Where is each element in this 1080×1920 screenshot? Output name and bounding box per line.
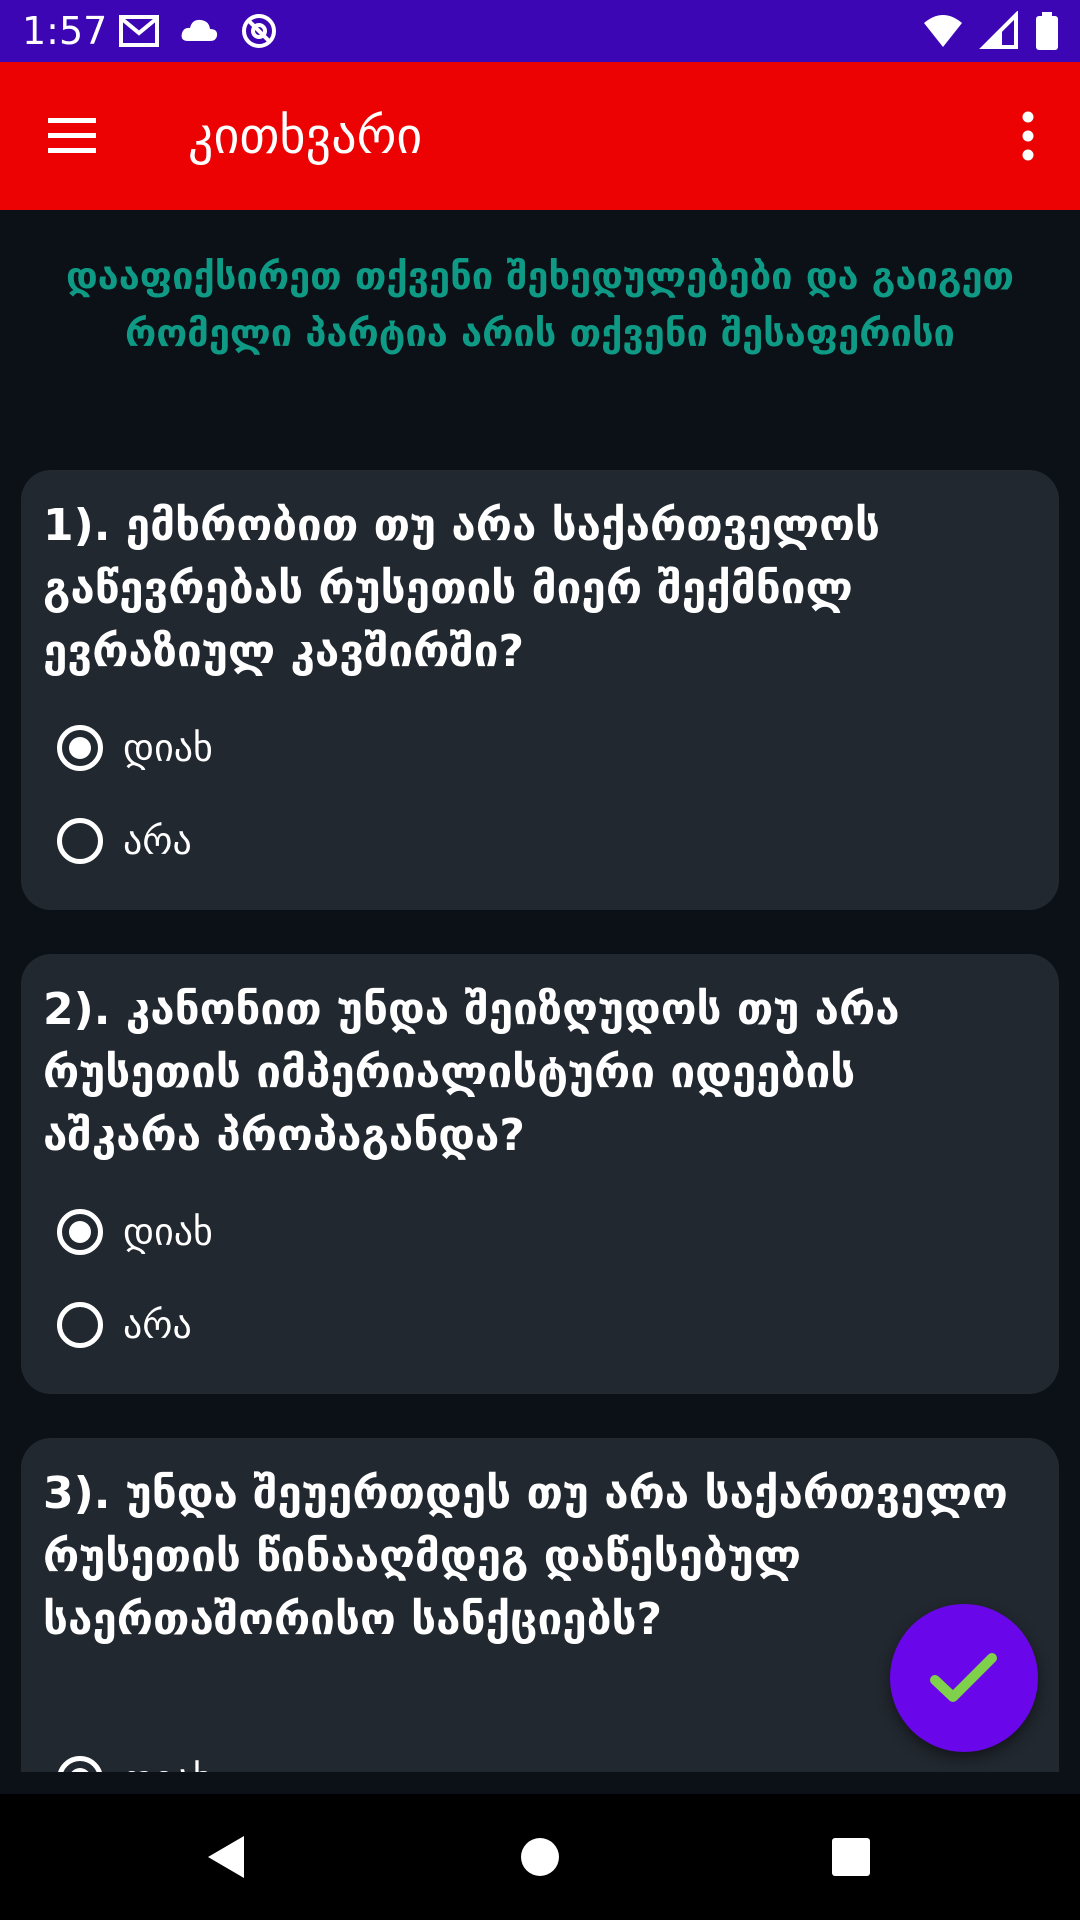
- radio-button-checked[interactable]: [57, 1209, 103, 1255]
- question-text: 2). კანონით უნდა შეიზღუდოს თუ არა რუსეთი…: [43, 984, 900, 1161]
- cloud-icon: [181, 19, 218, 41]
- wifi-icon: [924, 15, 962, 47]
- radio-button-checked[interactable]: [57, 1756, 103, 1772]
- questionnaire-list[interactable]: დააფიქსირეთ თქვენი შეხედულებები და გაიგე…: [0, 210, 1080, 1772]
- notification-icons: [118, 11, 280, 51]
- radio-button-unchecked[interactable]: [57, 818, 103, 864]
- question-card-2: 2). კანონით უნდა შეიზღუდოს თუ არა რუსეთი…: [21, 954, 1059, 1394]
- question-text: 1). ემხრობით თუ არა საქართველოს გაწევრებ…: [43, 500, 880, 677]
- recents-icon[interactable]: [826, 1832, 876, 1882]
- option-yes[interactable]: დიახ: [57, 713, 213, 783]
- signal-icon: [979, 11, 1018, 49]
- navigation-bar: [0, 1794, 1080, 1920]
- status-time: 1:57: [22, 9, 108, 53]
- hamburger-menu-icon[interactable]: [44, 108, 100, 164]
- option-label: დიახ: [123, 1756, 213, 1772]
- app-bar: კითხვარი: [0, 62, 1080, 210]
- question-card-3: 3). უნდა შეუერთდეს თუ არა საქართველო რუს…: [21, 1438, 1059, 1772]
- at-sign-icon: [242, 14, 276, 48]
- question-card-1: 1). ემხრობით თუ არა საქართველოს გაწევრებ…: [21, 470, 1059, 910]
- option-no[interactable]: არა: [57, 806, 192, 876]
- gmail-icon: [119, 15, 159, 47]
- home-icon[interactable]: [515, 1832, 565, 1882]
- option-label: არა: [123, 1303, 192, 1347]
- option-no[interactable]: არა: [57, 1290, 192, 1360]
- option-label: არა: [123, 819, 192, 863]
- checkmark-icon: [930, 1653, 997, 1702]
- radio-button-checked[interactable]: [57, 725, 103, 771]
- option-yes[interactable]: დიახ: [57, 1197, 213, 1267]
- system-icons: [922, 11, 1060, 51]
- question-text: 3). უნდა შეუერთდეს თუ არა საქართველო რუს…: [43, 1468, 1008, 1645]
- back-icon[interactable]: [202, 1832, 252, 1882]
- app-title: კითხვარი: [188, 107, 423, 165]
- option-label: დიახ: [123, 1210, 213, 1254]
- battery-icon: [1036, 12, 1058, 50]
- submit-fab-button[interactable]: [890, 1604, 1038, 1752]
- more-vertical-icon[interactable]: [1004, 108, 1052, 164]
- radio-button-unchecked[interactable]: [57, 1302, 103, 1348]
- status-bar: 1:57: [0, 0, 1080, 62]
- intro-text: დააფიქსირეთ თქვენი შეხედულებები და გაიგე…: [65, 254, 1015, 355]
- option-yes[interactable]: დიახ: [57, 1744, 213, 1772]
- option-label: დიახ: [123, 726, 213, 770]
